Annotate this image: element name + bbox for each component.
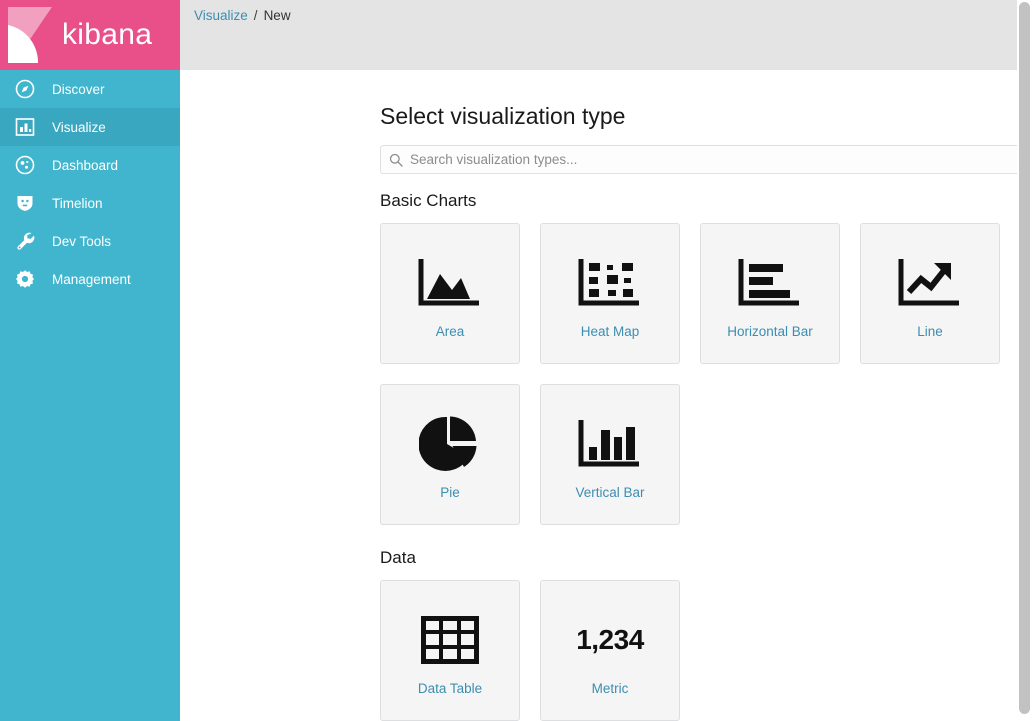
- sidebar-item-label: Timelion: [52, 196, 103, 211]
- card-grid-data: Data Table 1,234 Metric: [380, 580, 1032, 721]
- viz-card-line[interactable]: Line: [860, 223, 1000, 364]
- area-chart-icon: [381, 247, 519, 319]
- viz-card-label: Data Table: [418, 682, 482, 697]
- main-region: Visualize / New Select visualization typ…: [180, 0, 1032, 721]
- top-bar: Visualize / New: [180, 0, 1032, 70]
- sidebar-item-timelion[interactable]: Timelion: [0, 184, 180, 222]
- sidebar-item-label: Dev Tools: [52, 234, 111, 249]
- kibana-app: kibana Discover Visualize: [0, 0, 1032, 721]
- metric-icon: 1,234: [541, 604, 679, 676]
- page-scrollbar-track[interactable]: [1017, 0, 1032, 721]
- viz-card-heat-map[interactable]: Heat Map: [540, 223, 680, 364]
- metric-sample-value: 1,234: [576, 624, 644, 656]
- viz-card-vertical-bar[interactable]: Vertical Bar: [540, 384, 680, 525]
- card-grid-basic-charts: Area: [380, 223, 1032, 525]
- page-title: Select visualization type: [380, 104, 1032, 129]
- sidebar-item-dev-tools[interactable]: Dev Tools: [0, 222, 180, 260]
- bar-chart-icon: [14, 116, 36, 138]
- search-bar[interactable]: [380, 145, 1032, 174]
- vertical-bar-icon: [541, 408, 679, 480]
- breadcrumb-current: New: [264, 8, 291, 24]
- viz-card-label: Metric: [592, 682, 629, 697]
- viz-card-horizontal-bar[interactable]: Horizontal Bar: [700, 223, 840, 364]
- sidebar-item-discover[interactable]: Discover: [0, 70, 180, 108]
- viz-card-label: Horizontal Bar: [727, 325, 813, 340]
- wrench-icon: [14, 230, 36, 252]
- data-table-icon: [381, 604, 519, 676]
- brand-name: kibana: [62, 20, 152, 50]
- compass-icon: [14, 78, 36, 100]
- brand-logo[interactable]: kibana: [0, 0, 180, 70]
- gear-icon: [14, 268, 36, 290]
- sidebar-item-label: Visualize: [52, 120, 106, 135]
- breadcrumb-link-visualize[interactable]: Visualize: [194, 8, 248, 24]
- viz-card-data-table[interactable]: Data Table: [380, 580, 520, 721]
- group-title-basic-charts: Basic Charts: [380, 192, 1032, 211]
- search-input[interactable]: [410, 152, 1032, 167]
- sidebar-item-management[interactable]: Management: [0, 260, 180, 298]
- kibana-logo-mark-icon: [8, 7, 52, 63]
- sidebar-item-label: Discover: [52, 82, 105, 97]
- sidebar-item-dashboard[interactable]: Dashboard: [0, 146, 180, 184]
- breadcrumb: Visualize / New: [194, 8, 291, 24]
- breadcrumb-separator: /: [254, 8, 258, 24]
- viz-card-label: Pie: [440, 486, 460, 501]
- viz-card-area[interactable]: Area: [380, 223, 520, 364]
- shield-icon: [14, 192, 36, 214]
- group-title-data: Data: [380, 549, 1032, 568]
- viz-card-label: Heat Map: [581, 325, 640, 340]
- content-panel: Select visualization type Basic Charts: [180, 70, 1032, 721]
- sidebar: kibana Discover Visualize: [0, 0, 180, 721]
- line-chart-icon: [861, 247, 999, 319]
- heat-map-icon: [541, 247, 679, 319]
- viz-card-label: Area: [436, 325, 465, 340]
- globe-icon: [14, 154, 36, 176]
- viz-card-metric[interactable]: 1,234 Metric: [540, 580, 680, 721]
- sidebar-item-visualize[interactable]: Visualize: [0, 108, 180, 146]
- viz-card-pie[interactable]: Pie: [380, 384, 520, 525]
- page-scrollbar-thumb[interactable]: [1019, 2, 1030, 714]
- viz-card-label: Line: [917, 325, 943, 340]
- pie-chart-icon: [381, 408, 519, 480]
- sidebar-item-label: Dashboard: [52, 158, 118, 173]
- horizontal-bar-icon: [701, 247, 839, 319]
- viz-card-label: Vertical Bar: [575, 486, 644, 501]
- search-icon: [389, 153, 403, 167]
- sidebar-item-label: Management: [52, 272, 131, 287]
